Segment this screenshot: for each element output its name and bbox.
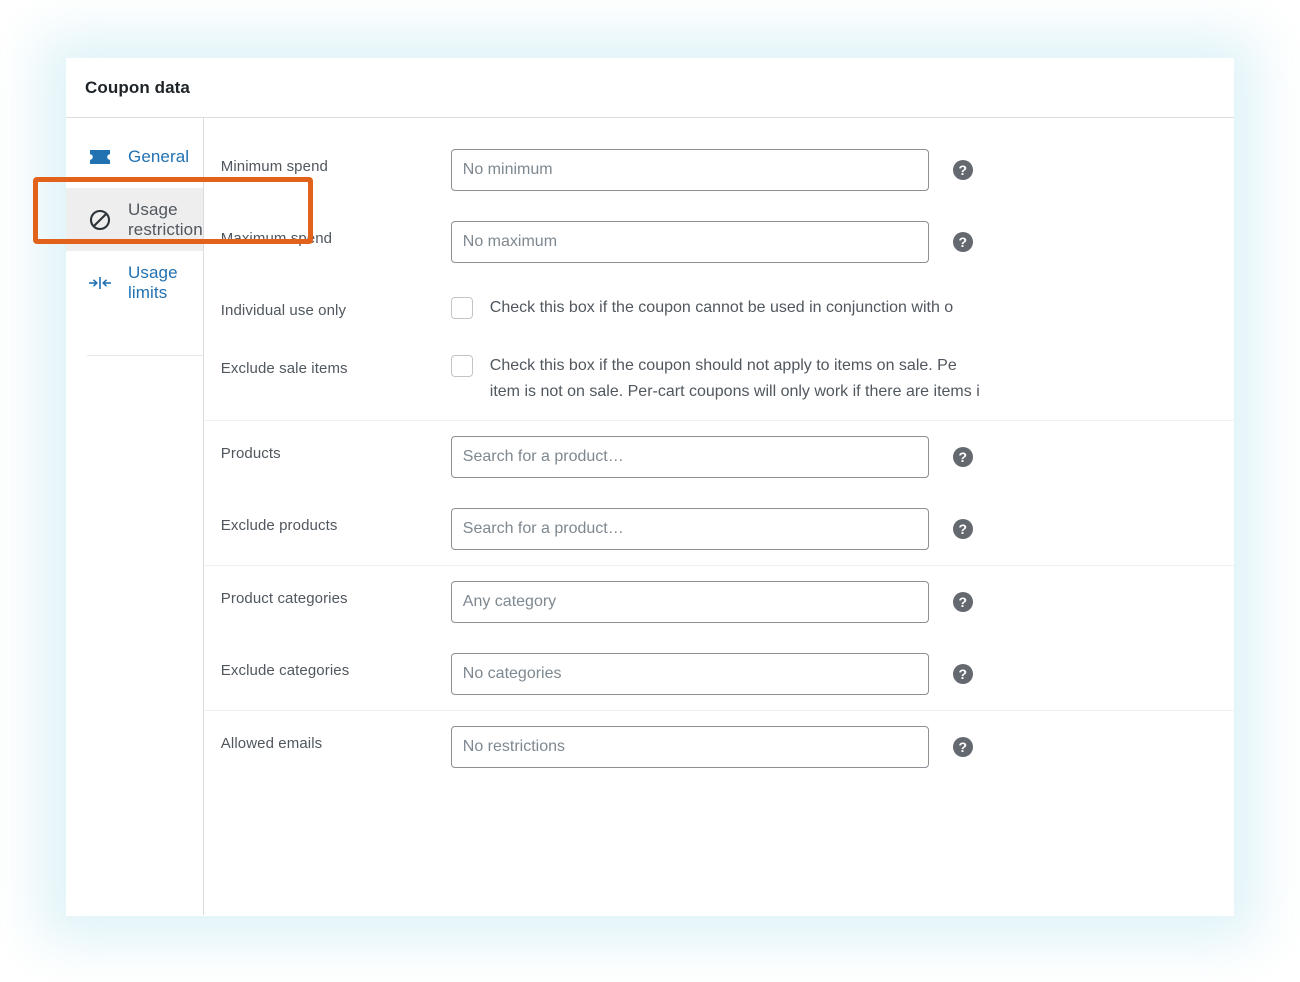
form-section-products: Products ? Exclude products ? — [204, 421, 1234, 566]
field-label: Exclude products — [221, 508, 451, 534]
sidebar-item-usage-limits[interactable]: Usage limits — [66, 251, 203, 314]
help-icon[interactable]: ? — [953, 664, 973, 684]
help-icon[interactable]: ? — [953, 160, 973, 180]
sidebar-item-general[interactable]: General — [66, 125, 203, 188]
field-minimum-spend: Minimum spend ? — [204, 134, 1234, 206]
help-icon[interactable]: ? — [953, 592, 973, 612]
sidebar-item-label: Usage limits — [128, 263, 203, 303]
maximum-spend-input[interactable] — [451, 221, 929, 263]
page-title: Coupon data — [85, 78, 190, 98]
checkbox-description: Check this box if the coupon should not … — [490, 353, 1234, 405]
field-label: Exclude categories — [221, 653, 451, 679]
exclude-products-search-input[interactable] — [451, 508, 929, 550]
allowed-emails-input[interactable] — [451, 726, 929, 768]
products-search-input[interactable] — [451, 436, 929, 478]
usage-restriction-form: Minimum spend ? Maximum spend ? — [204, 118, 1234, 915]
coupon-ticket-icon — [87, 144, 113, 170]
usage-limits-icon — [87, 270, 113, 296]
individual-use-only-checkbox[interactable] — [451, 297, 473, 319]
field-products: Products ? — [204, 421, 1234, 493]
coupon-data-sidebar: General Usage restriction — [66, 118, 204, 915]
field-exclude-categories: Exclude categories ? — [204, 638, 1234, 710]
field-label: Maximum spend — [221, 221, 451, 247]
checkbox-description: Check this box if the coupon cannot be u… — [490, 295, 1234, 321]
exclude-categories-input[interactable] — [451, 653, 929, 695]
minimum-spend-input[interactable] — [451, 149, 929, 191]
field-allowed-emails: Allowed emails ? — [204, 711, 1234, 783]
field-label: Individual use only — [221, 293, 451, 319]
panel-body: General Usage restriction — [66, 118, 1234, 915]
sidebar-item-label: General — [128, 147, 189, 167]
field-label: Products — [221, 436, 451, 462]
help-icon[interactable]: ? — [953, 737, 973, 757]
field-exclude-sale-items: Exclude sale items Check this box if the… — [204, 336, 1234, 420]
screenshot-root: Coupon data General — [0, 0, 1300, 982]
field-exclude-products: Exclude products ? — [204, 493, 1234, 565]
field-product-categories: Product categories ? — [204, 566, 1234, 638]
field-label: Product categories — [221, 581, 451, 607]
product-categories-input[interactable] — [451, 581, 929, 623]
field-individual-use-only: Individual use only Check this box if th… — [204, 278, 1234, 336]
prohibition-icon — [87, 207, 113, 233]
sidebar-divider — [87, 355, 203, 356]
help-icon[interactable]: ? — [953, 232, 973, 252]
coupon-data-panel: Coupon data General — [66, 58, 1234, 916]
field-maximum-spend: Maximum spend ? — [204, 206, 1234, 278]
form-section-categories: Product categories ? Exclude categories … — [204, 566, 1234, 711]
form-section-spend: Minimum spend ? Maximum spend ? — [204, 134, 1234, 421]
panel-header: Coupon data — [66, 58, 1234, 118]
help-icon[interactable]: ? — [953, 519, 973, 539]
sidebar-item-usage-restriction[interactable]: Usage restriction — [66, 188, 203, 251]
exclude-sale-items-checkbox[interactable] — [451, 355, 473, 377]
sidebar-item-label: Usage restriction — [128, 200, 203, 240]
field-label: Minimum spend — [221, 149, 451, 175]
form-section-emails: Allowed emails ? — [204, 711, 1234, 783]
field-label: Allowed emails — [221, 726, 451, 752]
field-label: Exclude sale items — [221, 351, 451, 377]
help-icon[interactable]: ? — [953, 447, 973, 467]
